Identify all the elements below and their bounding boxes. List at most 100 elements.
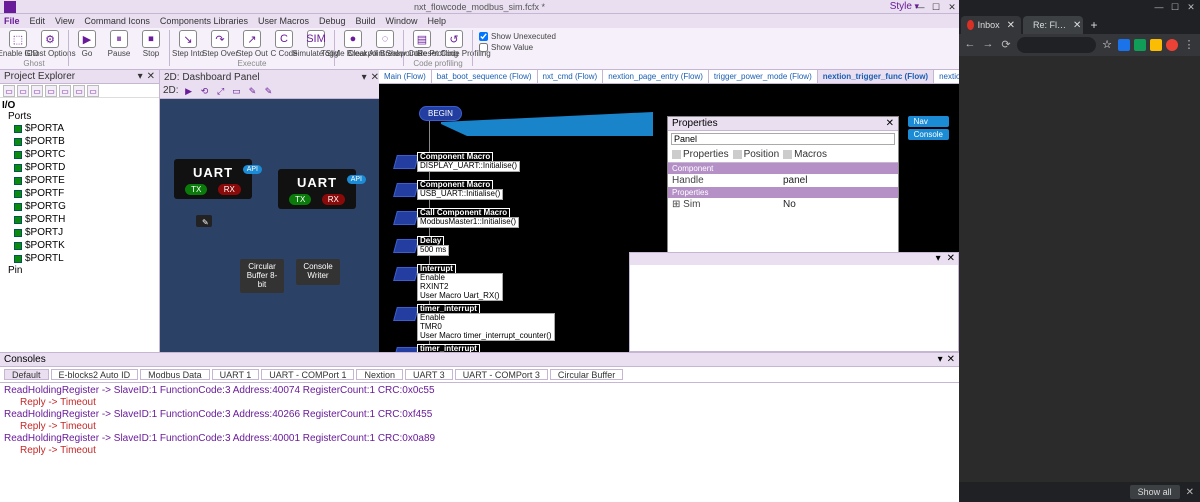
star-icon[interactable]: ☆ [1100,38,1114,52]
console-tab[interactable]: UART 3 [405,369,453,380]
flow-block-body[interactable]: DISPLAY_UART::Initialise() [417,161,520,172]
dash-tool-4[interactable]: ▭ [231,85,243,97]
step-over-button[interactable]: ↷Step Over [206,30,234,58]
tree-port-$portf[interactable]: $PORTF [2,187,157,200]
menu-item-help[interactable]: Help [428,16,447,26]
panel-close-icon[interactable]: ✕ [947,354,955,365]
tab-close-icon[interactable]: ✕ [1007,20,1015,31]
tree-port-$portl[interactable]: $PORTL [2,252,157,265]
menu-item-view[interactable]: View [55,16,74,26]
subtab-macros[interactable]: Macros [783,149,827,160]
browser-tab[interactable]: Inbox ✕ [961,16,1021,34]
subtab-position[interactable]: Position [733,149,780,160]
step-into-button[interactable]: ↘Step Into [174,30,202,58]
close-icon[interactable]: ✕ [1186,487,1194,498]
side-tag[interactable]: Nav [908,116,949,127]
new-tab-button[interactable]: + [1085,16,1103,34]
tree-port-$porte[interactable]: $PORTE [2,174,157,187]
stop-button[interactable]: ⏹Stop [137,30,165,58]
small-component[interactable]: ✎ [196,215,212,227]
panel-close-icon[interactable]: ✕ [947,253,955,265]
profile-avatar[interactable] [1166,39,1178,51]
menu-item-components-libraries[interactable]: Components Libraries [160,16,248,26]
show-unexecuted-checkbox[interactable]: Show Unexecuted [479,32,556,41]
panel-dropdown-icon[interactable]: ▾ [936,253,941,265]
menu-item-debug[interactable]: Debug [319,16,346,26]
prop-row-sim[interactable]: ⊞ SimNo [668,198,898,211]
console-tab[interactable]: E-blocks2 Auto ID [51,369,139,380]
panel-pin-icon[interactable]: ▾ [138,71,143,82]
flow-shape[interactable] [393,183,419,197]
flow-shape[interactable] [393,307,419,321]
close-icon[interactable]: ✕ [1186,2,1196,12]
minimize-icon[interactable]: — [1154,2,1164,12]
dash-tool-2[interactable]: ⟲ [199,85,211,97]
flow-block-body[interactable]: ModbusMaster1::Initialise() [417,217,519,228]
console-tab[interactable]: Default [4,369,49,380]
tree-port-$porth[interactable]: $PORTH [2,213,157,226]
console-output[interactable]: ReadHoldingRegister -> SlaveID:1 Functio… [0,383,959,502]
tree-port-$portb[interactable]: $PORTB [2,135,157,148]
tree-port-$portd[interactable]: $PORTD [2,161,157,174]
tree-port-$portg[interactable]: $PORTG [2,200,157,213]
dashboard-canvas[interactable]: API UART TX RX API UART TX RX [160,99,379,352]
panel-pin-icon[interactable]: ▾ [362,72,367,83]
reload-icon[interactable]: ⟳ [999,38,1013,52]
reset-code-profiling-button[interactable]: ↺Reset Code Profiling [440,30,468,58]
back-icon[interactable]: ← [963,38,977,52]
dash-tool-5[interactable]: ✎ [247,85,259,97]
tree-port-$porta[interactable]: $PORTA [2,122,157,135]
flow-tab[interactable]: trigger_power_mode (Flow) [709,70,818,83]
flow-tab[interactable]: bat_boot_sequence (Flow) [432,70,538,83]
menu-icon[interactable]: ⋮ [1182,38,1196,52]
pe-tool-6[interactable]: ▭ [73,85,85,97]
menu-item-window[interactable]: Window [386,16,418,26]
tree-root[interactable]: I/O [2,100,157,111]
circular-buffer-component[interactable]: Circular Buffer 8-bit [240,259,284,293]
pe-tool-1[interactable]: ▭ [3,85,15,97]
console-writer-component[interactable]: Console Writer [296,259,340,285]
ghost-options-button[interactable]: ⚙Ghost Options [36,30,64,58]
console-tab[interactable]: Nextion [356,369,403,380]
flow-shape[interactable] [393,267,419,281]
flow-shape[interactable] [393,347,419,352]
tree-ports[interactable]: Ports [2,111,157,122]
flow-shape[interactable] [393,211,419,225]
pe-tool-3[interactable]: ▭ [31,85,43,97]
menu-item-edit[interactable]: Edit [30,16,46,26]
tree-pin[interactable]: Pin [2,265,157,276]
console-tab[interactable]: Circular Buffer [550,369,623,380]
close-icon[interactable]: ✕ [947,2,957,12]
flow-block-header[interactable]: timer_interrupt [417,344,480,352]
pause-button[interactable]: ⏸Pause [105,30,133,58]
tree-port-$portk[interactable]: $PORTK [2,239,157,252]
tree-port-$portc[interactable]: $PORTC [2,148,157,161]
properties-search-input[interactable] [671,133,895,145]
show-value-checkbox[interactable]: Show Value [479,43,556,52]
maximize-icon[interactable]: ☐ [931,2,941,12]
console-tab[interactable]: UART 1 [212,369,260,380]
chrome-viewport[interactable] [959,56,1200,482]
panel-close-icon[interactable]: ✕ [147,71,155,82]
tab-close-icon[interactable]: ✕ [1073,20,1081,31]
flow-tab[interactable]: nextion_page_entry (Flow) [603,70,709,83]
dash-play-icon[interactable]: ▶ [183,85,195,97]
uart-component-2[interactable]: API UART TX RX [278,169,356,209]
menu-item-command-icons[interactable]: Command Icons [84,16,150,26]
flow-block-body[interactable]: Enable RXINT2 User Macro Uart_RX() [417,273,503,301]
extension-icon[interactable] [1150,39,1162,51]
pe-tool-4[interactable]: ▭ [45,85,57,97]
dash-tool-6[interactable]: ✎ [263,85,275,97]
extension-icon[interactable] [1118,39,1130,51]
uart-component-1[interactable]: API UART TX RX [174,159,252,199]
begin-node[interactable]: BEGIN [419,106,462,121]
extension-icon[interactable] [1134,39,1146,51]
flow-block-body[interactable]: 500 ms [417,245,449,256]
dash-tool-3[interactable]: ⤢ [215,85,227,97]
forward-icon[interactable]: → [981,38,995,52]
flow-shape[interactable] [393,239,419,253]
flow-tab[interactable]: Main (Flow) [379,70,432,83]
menu-item-file[interactable]: File [4,16,20,26]
panel-dropdown-icon[interactable]: ▾ [938,354,943,365]
console-tab[interactable]: Modbus Data [140,369,210,380]
